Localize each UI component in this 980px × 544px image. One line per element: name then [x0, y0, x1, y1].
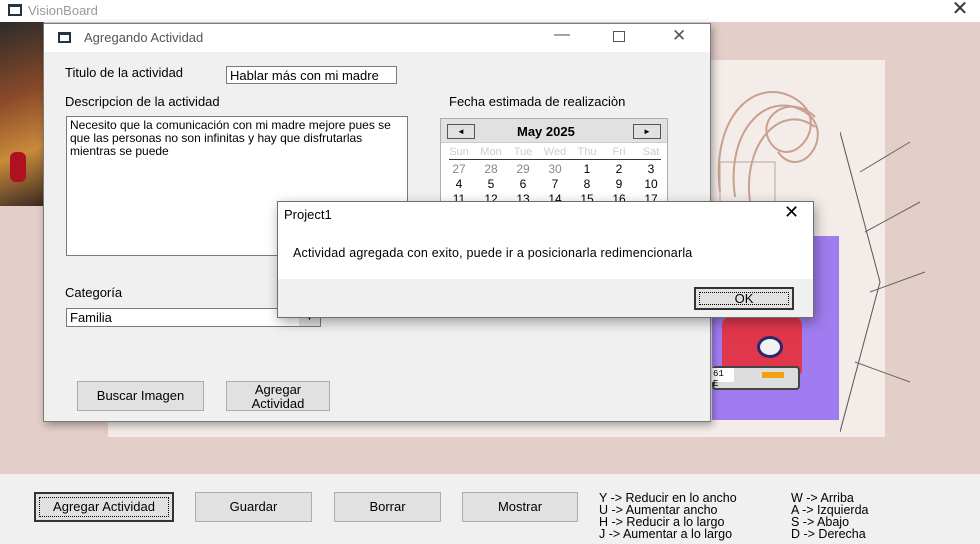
calendar-day[interactable]: 27 — [444, 162, 474, 176]
dialog-icon — [58, 32, 71, 43]
app-icon — [8, 4, 22, 16]
main-titlebar: VisionBoard ✕ — [0, 0, 980, 22]
calendar-month: May 2025 — [517, 124, 575, 139]
app-title: VisionBoard — [28, 3, 98, 18]
search-image-button[interactable]: Buscar Imagen — [77, 381, 204, 411]
add-activity-button[interactable]: Agregar Actividad — [34, 492, 174, 522]
message-close-icon[interactable]: ✕ — [784, 202, 799, 223]
dow-thu: Thu — [577, 146, 597, 158]
message-title: Project1 — [284, 207, 332, 222]
ok-button[interactable]: OK — [694, 287, 794, 310]
calendar-day[interactable]: 30 — [540, 162, 570, 176]
show-button[interactable]: Mostrar — [462, 492, 578, 522]
calendar-day[interactable]: 1 — [572, 162, 602, 176]
dow-sat: Sat — [642, 146, 660, 158]
keys-help-resize: Y -> Reducir en lo ancho U -> Aumentar a… — [599, 492, 737, 541]
calendar-day[interactable]: 8 — [572, 177, 602, 191]
calendar-day[interactable]: 10 — [636, 177, 666, 191]
plate-text: 61 E — [712, 368, 734, 389]
close-icon[interactable]: ✕ — [948, 0, 972, 21]
prev-month-icon[interactable]: ◄ — [447, 124, 475, 139]
maximize-icon[interactable] — [613, 31, 625, 42]
calendar-day[interactable]: 2 — [604, 162, 634, 176]
message-footer: OK — [278, 279, 813, 317]
date-label: Fecha estimada de realizaciòn — [449, 94, 626, 109]
description-label: Descripcion de la actividad — [65, 94, 220, 109]
calendar-day[interactable]: 3 — [636, 162, 666, 176]
leaf-decoration — [840, 132, 926, 432]
dow-mon: Mon — [480, 146, 502, 158]
dialog-titlebar: Agregando Actividad — ✕ — [44, 24, 710, 52]
key-help-line: D -> Derecha — [791, 527, 866, 541]
delete-button[interactable]: Borrar — [334, 492, 441, 522]
dow-tue: Tue — [513, 146, 533, 158]
save-button[interactable]: Guardar — [195, 492, 312, 522]
keys-help-move: W -> Arriba A -> Izquierda S -> Abajo D … — [791, 492, 868, 541]
calendar-day[interactable]: 4 — [444, 177, 474, 191]
calendar-day[interactable]: 7 — [540, 177, 570, 191]
calendar-divider — [449, 159, 661, 160]
dow-wed: Wed — [543, 146, 567, 158]
message-text: Actividad agregada con exito, puede ir a… — [293, 246, 693, 260]
title-input[interactable]: Hablar más con mi madre — [226, 66, 397, 84]
dialog-title: Agregando Actividad — [84, 30, 204, 45]
calendar-day[interactable]: 29 — [508, 162, 538, 176]
dow-sun: Sun — [449, 146, 469, 158]
dow-fri: Fri — [612, 146, 626, 158]
bottom-toolbar: Agregar Actividad Guardar Borrar Mostrar… — [0, 474, 980, 544]
board-image-figure — [10, 152, 26, 182]
calendar-day[interactable]: 28 — [476, 162, 506, 176]
category-label: Categoría — [65, 285, 123, 300]
next-month-icon[interactable]: ► — [633, 124, 661, 139]
add-activity-dialog-button[interactable]: Agregar Actividad — [226, 381, 330, 411]
title-label: Titulo de la actividad — [65, 65, 184, 80]
dialog-close-icon[interactable]: ✕ — [672, 26, 686, 46]
calendar-day[interactable]: 9 — [604, 177, 634, 191]
minimize-icon[interactable]: — — [554, 26, 570, 44]
calendar-header: ◄ May 2025 ► — [441, 119, 667, 143]
message-box: Project1 ✕ Actividad agregada con exito,… — [277, 201, 814, 318]
calendar-day[interactable]: 5 — [476, 177, 506, 191]
calendar-day[interactable]: 6 — [508, 177, 538, 191]
key-help-line: J -> Aumentar a lo largo — [599, 527, 733, 541]
